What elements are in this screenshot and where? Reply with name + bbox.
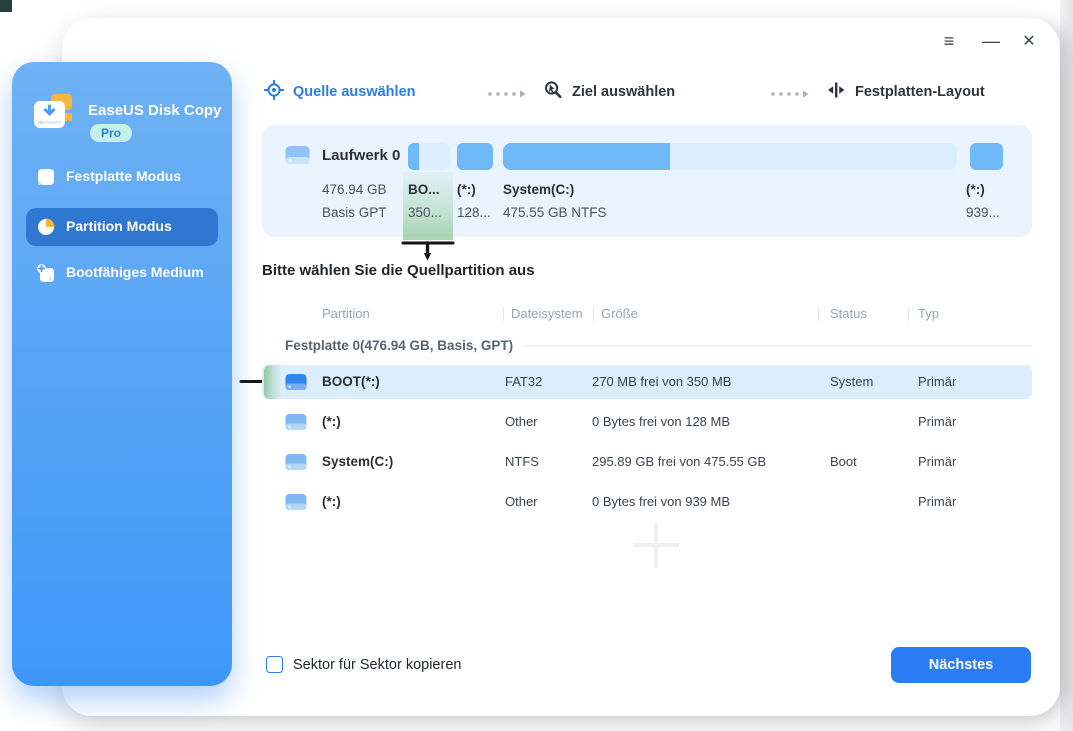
sidebar-item-partition-modus[interactable]: Partition Modus — [12, 208, 232, 246]
drive-size: 476.94 GB — [322, 182, 387, 197]
cell-size: 0 Bytes frei von 128 MB — [592, 414, 730, 429]
column-divider — [593, 307, 594, 321]
sidebar-item-label: Bootfähiges Medium — [66, 264, 204, 280]
segment-label: (*:) — [457, 182, 476, 197]
next-button[interactable]: Nächstes — [891, 647, 1031, 683]
disk-group-header: Festplatte 0(476.94 GB, Basis, GPT) — [285, 338, 1032, 353]
bootable-media-icon — [36, 263, 56, 288]
row-highlight-green — [264, 365, 282, 399]
step-ziel-auswaehlen[interactable]: Ziel auswählen — [543, 80, 675, 104]
step-label: Quelle auswählen — [293, 84, 416, 100]
cell-filesystem: FAT32 — [505, 374, 542, 389]
step-label: Ziel auswählen — [572, 84, 675, 100]
disk-mode-icon — [36, 167, 56, 192]
disk-group-label: Festplatte 0(476.94 GB, Basis, GPT) — [285, 338, 513, 353]
sidebar-item-bootfaehiges-medium[interactable]: Bootfähiges Medium — [12, 254, 232, 292]
sidebar-item-label: Festplatte Modus — [66, 168, 181, 184]
partition-mode-pie-icon — [36, 217, 56, 242]
minimize-icon[interactable]: — — [978, 28, 1004, 54]
app-logo-icon — [34, 94, 76, 139]
partition-icon — [285, 493, 307, 516]
partition-segment-boot[interactable] — [408, 143, 450, 170]
cell-type: Primär — [918, 374, 956, 389]
segment-size: 350... — [408, 205, 442, 220]
cell-filesystem: Other — [505, 494, 538, 509]
drive-type: Basis GPT — [322, 205, 387, 220]
segment-size: 475.55 GB NTFS — [503, 205, 607, 220]
close-icon[interactable]: ✕ — [1016, 28, 1042, 54]
target-icon — [264, 80, 284, 105]
column-divider — [908, 307, 909, 321]
window-shadow-strip — [1060, 0, 1073, 731]
partition-segment-msr[interactable] — [457, 143, 493, 170]
cell-type: Primär — [918, 494, 956, 509]
segment-label: System(C:) — [503, 182, 574, 197]
app-title: EaseUS Disk Copy — [88, 102, 221, 119]
sector-by-sector-label[interactable]: Sektor für Sektor kopieren — [293, 657, 461, 673]
sector-by-sector-checkbox[interactable] — [266, 656, 283, 673]
cell-partition: (*:) — [322, 494, 341, 509]
cell-filesystem: NTFS — [505, 454, 539, 469]
step-separator-dots-icon — [487, 86, 527, 104]
segment-label: BO... — [408, 182, 440, 197]
screen: ≡ — ✕ Quelle auswählen Ziel auswählen — [0, 0, 1073, 731]
column-divider — [818, 307, 819, 321]
plus-watermark-icon — [634, 523, 679, 568]
partition-icon — [285, 413, 307, 436]
cell-partition: (*:) — [322, 414, 341, 429]
column-header-groesse: Größe — [601, 306, 638, 321]
background-corner — [0, 0, 12, 12]
table-row[interactable]: (*:) Other 0 Bytes frei von 128 MB Primä… — [262, 405, 1032, 439]
column-header-typ: Typ — [918, 306, 939, 321]
divider — [525, 345, 1032, 347]
partition-icon — [285, 373, 307, 396]
step-quelle-auswaehlen[interactable]: Quelle auswählen — [264, 80, 416, 104]
table-row[interactable]: (*:) Other 0 Bytes frei von 939 MB Primä… — [262, 485, 1032, 519]
cell-size: 0 Bytes frei von 939 MB — [592, 494, 730, 509]
table-row-boot[interactable]: BOOT(*:) FAT32 270 MB frei von 350 MB Sy… — [262, 365, 1032, 399]
column-header-status: Status — [830, 306, 867, 321]
cell-size: 295.89 GB frei von 475.55 GB — [592, 454, 766, 469]
menu-icon[interactable]: ≡ — [936, 28, 962, 54]
cell-filesystem: Other — [505, 414, 538, 429]
page-title: Bitte wählen Sie die Quellpartition aus — [262, 262, 535, 279]
column-divider — [503, 307, 504, 321]
sidebar-item-festplatte-modus[interactable]: Festplatte Modus — [12, 158, 232, 196]
cell-type: Primär — [918, 414, 956, 429]
cell-partition: BOOT(*:) — [322, 374, 380, 389]
partition-icon — [285, 453, 307, 476]
cell-status: System — [830, 374, 873, 389]
sidebar: EaseUS Disk Copy Pro Festplatte Modus Pa… — [12, 62, 232, 686]
column-header-dateisystem: Dateisystem — [511, 306, 583, 321]
disk-overview-panel — [262, 125, 1032, 237]
layout-arrows-icon — [826, 80, 846, 105]
cell-type: Primär — [918, 454, 956, 469]
column-header-partition: Partition — [322, 306, 370, 321]
segment-label: (*:) — [966, 182, 985, 197]
drive-name[interactable]: Laufwerk 0 — [322, 147, 400, 164]
step-festplatten-layout[interactable]: Festplatten-Layout — [826, 80, 985, 104]
sidebar-item-label: Partition Modus — [66, 218, 172, 234]
table-row-system-c[interactable]: System(C:) NTFS 295.89 GB frei von 475.5… — [262, 445, 1032, 479]
cell-size: 270 MB frei von 350 MB — [592, 374, 731, 389]
drive-icon — [285, 145, 310, 170]
segment-size: 939... — [966, 205, 1000, 220]
magnifier-cursor-icon — [543, 80, 563, 105]
partition-segment-recovery[interactable] — [970, 143, 1003, 170]
step-separator-dots-icon — [770, 86, 810, 104]
cell-status: Boot — [830, 454, 857, 469]
segment-size: 128... — [457, 205, 491, 220]
pro-badge: Pro — [90, 124, 132, 142]
cell-partition: System(C:) — [322, 454, 393, 469]
partition-segment-system[interactable] — [503, 143, 957, 170]
step-label: Festplatten-Layout — [855, 84, 985, 100]
